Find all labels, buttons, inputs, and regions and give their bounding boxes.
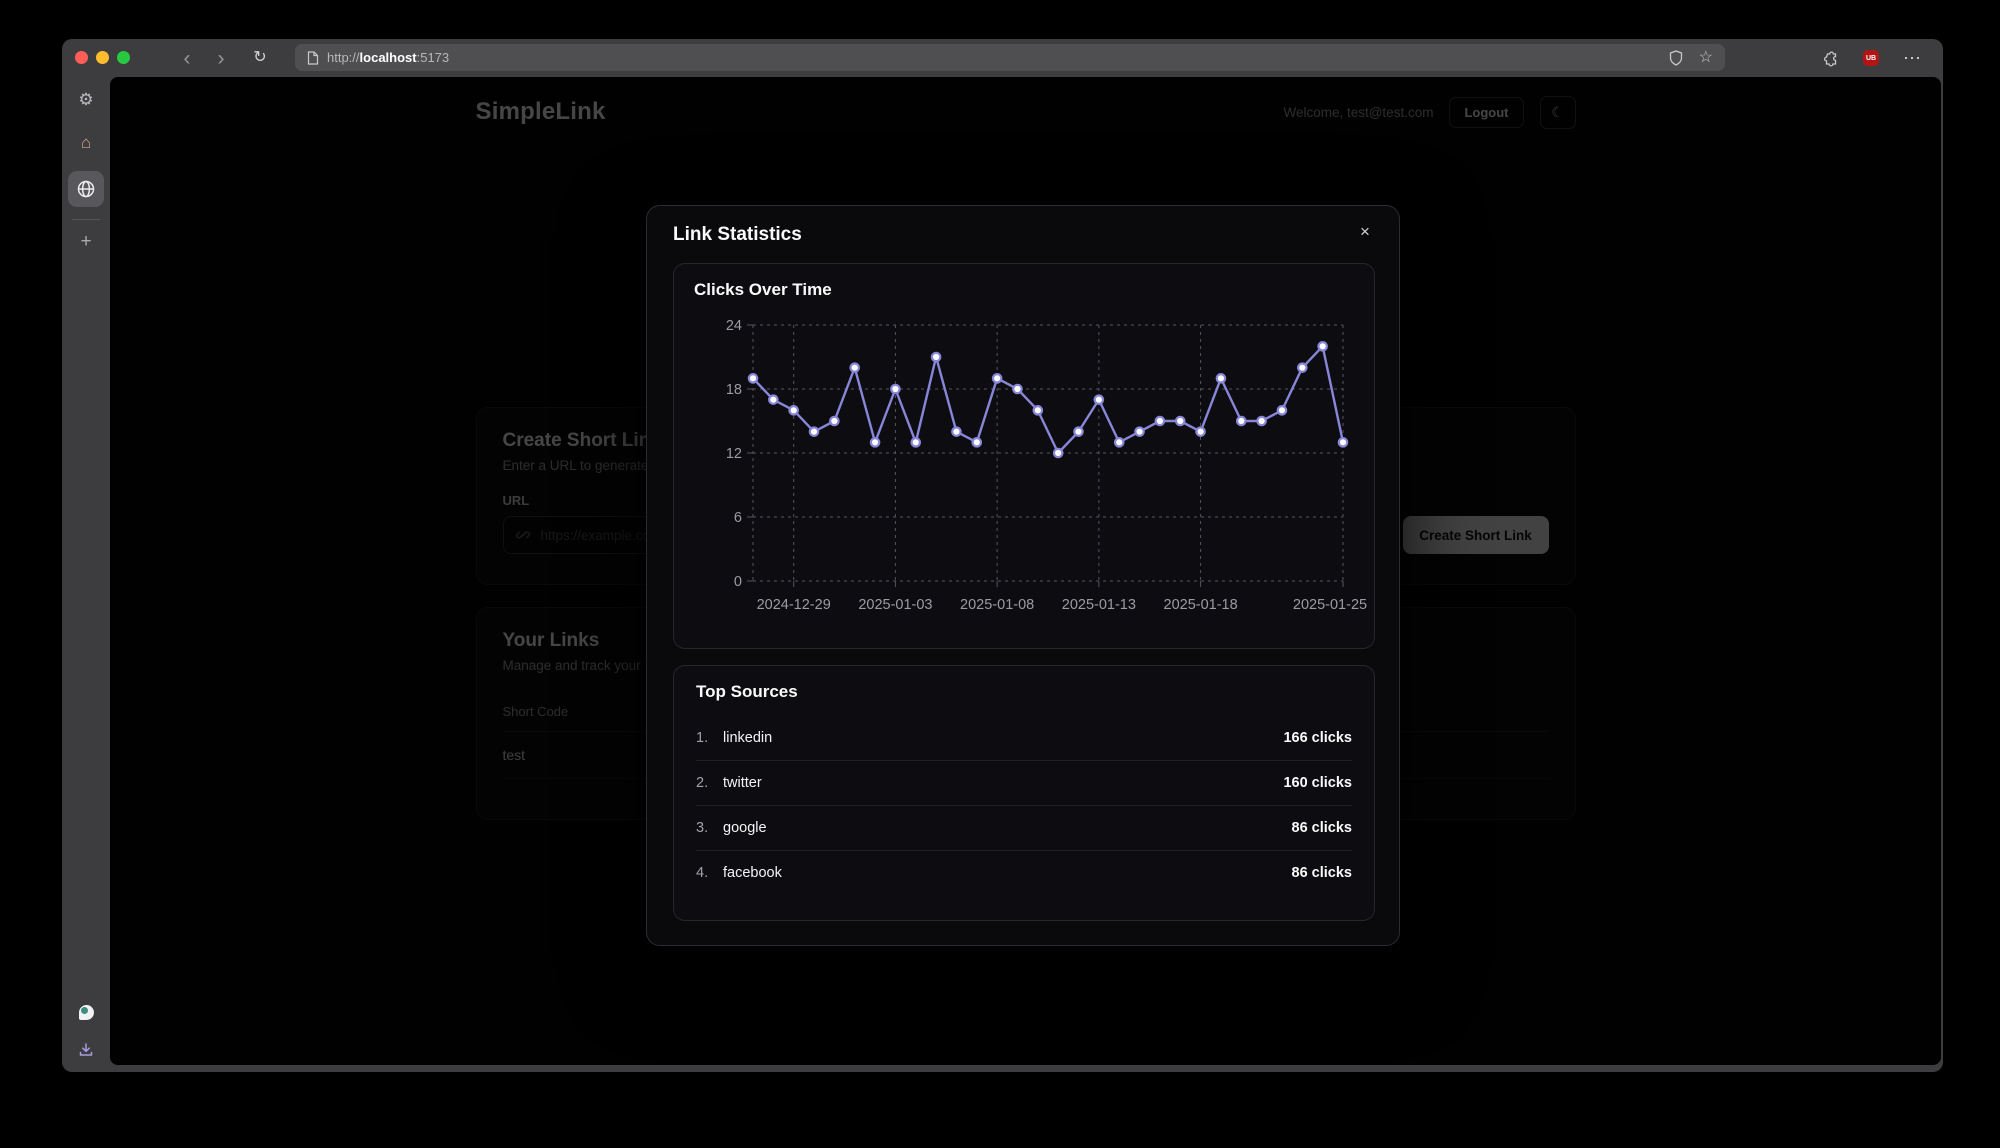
reload-button[interactable]: ↻	[247, 39, 273, 77]
x-axis-label: 2025-01-25	[1293, 597, 1367, 613]
data-point	[810, 427, 818, 435]
back-button[interactable]: ‹	[174, 39, 200, 77]
url-scheme: http://	[327, 50, 360, 65]
y-axis-label: 0	[734, 574, 742, 590]
url-port: :5173	[417, 50, 450, 65]
data-point	[1034, 406, 1042, 414]
link-statistics-modal: Link Statistics × Clicks Over Time 0 6 12 1…	[646, 205, 1400, 946]
y-axis-label: 6	[734, 510, 742, 526]
tab-sidebar: ⚙ ⌂ +	[62, 77, 110, 1072]
sidebar-divider	[72, 219, 100, 220]
data-point	[993, 374, 1001, 382]
data-point	[830, 417, 838, 425]
browser-toolbar: ‹ › ↻ http://localhost:5173 ☆	[62, 39, 1943, 77]
data-point	[1339, 438, 1347, 446]
traffic-lights	[75, 51, 130, 64]
clicks-line-series	[753, 346, 1343, 453]
home-tab-icon[interactable]: ⌂	[81, 134, 91, 151]
forward-icon: ›	[218, 48, 225, 69]
data-point	[749, 374, 757, 382]
modal-title: Link Statistics	[673, 224, 802, 246]
source-rank: 1.	[696, 730, 723, 746]
y-axis-label: 24	[726, 318, 742, 334]
x-axis-label: 2025-01-18	[1164, 597, 1238, 613]
window-minimize-button[interactable]	[96, 51, 109, 64]
top-sources-panel: Top Sources 1. linkedin 166 clicks 2. tw…	[673, 665, 1375, 921]
page-viewport: SimpleLink Welcome, test@test.com Logout…	[110, 77, 1941, 1065]
bookmark-star-icon[interactable]: ☆	[1699, 50, 1713, 66]
source-list-item: 2. twitter 160 clicks	[696, 761, 1352, 806]
y-axis-label: 18	[726, 382, 742, 398]
browser-window: ‹ › ↻ http://localhost:5173 ☆	[62, 39, 1943, 1072]
window-zoom-button[interactable]	[117, 51, 130, 64]
data-point	[789, 406, 797, 414]
data-point	[912, 438, 920, 446]
data-point	[1298, 363, 1306, 371]
data-point	[891, 385, 899, 393]
x-axis-label: 2025-01-03	[858, 597, 932, 613]
data-point	[1237, 417, 1245, 425]
data-point	[1156, 417, 1164, 425]
tracking-shield-icon[interactable]	[1669, 50, 1683, 66]
source-name: facebook	[723, 865, 782, 881]
data-point	[1074, 427, 1082, 435]
page-icon	[307, 51, 319, 65]
source-rank: 3.	[696, 820, 723, 836]
data-point	[769, 395, 777, 403]
extensions-puzzle-icon[interactable]	[1822, 50, 1839, 67]
back-icon: ‹	[184, 48, 191, 69]
data-point	[1217, 374, 1225, 382]
source-list-item: 3. google 86 clicks	[696, 806, 1352, 851]
reload-icon: ↻	[253, 50, 266, 66]
source-list-item: 1. linkedin 166 clicks	[696, 716, 1352, 761]
data-point	[932, 353, 940, 361]
x-axis-label: 2025-01-08	[960, 597, 1034, 613]
source-name: twitter	[723, 775, 762, 791]
forward-button[interactable]: ›	[208, 39, 234, 77]
data-point	[1054, 449, 1062, 457]
source-rank: 2.	[696, 775, 723, 791]
downloads-icon[interactable]	[78, 1042, 94, 1058]
active-tab-globe[interactable]	[68, 171, 104, 207]
chart-panel-title: Clicks Over Time	[694, 280, 1354, 300]
data-point	[1278, 406, 1286, 414]
x-axis-label: 2025-01-13	[1062, 597, 1136, 613]
data-point	[851, 363, 859, 371]
address-bar[interactable]: http://localhost:5173 ☆	[295, 44, 1725, 71]
source-clicks: 166 clicks	[1283, 730, 1352, 746]
data-point	[1196, 427, 1204, 435]
y-axis-label: 12	[726, 446, 742, 462]
source-name: google	[723, 820, 767, 836]
desktop-background: ‹ › ↻ http://localhost:5173 ☆	[0, 0, 2000, 1148]
source-clicks: 86 clicks	[1292, 865, 1352, 881]
data-point	[871, 438, 879, 446]
source-name: linkedin	[723, 730, 772, 746]
data-point	[1176, 417, 1184, 425]
settings-gear-icon[interactable]: ⚙	[78, 91, 93, 108]
top-sources-title: Top Sources	[696, 682, 1352, 702]
ublock-extension-icon[interactable]: UB	[1863, 50, 1879, 66]
data-point	[1135, 427, 1143, 435]
data-point	[1095, 395, 1103, 403]
data-point	[1257, 417, 1265, 425]
data-point	[952, 427, 960, 435]
source-clicks: 86 clicks	[1292, 820, 1352, 836]
clicks-over-time-chart: 0 6 12 18 24 2024-12-29 2025-01-03 2025-01-08 20…	[680, 308, 1370, 642]
data-point	[973, 438, 981, 446]
data-point	[1318, 342, 1326, 350]
clicks-over-time-panel: Clicks Over Time 0 6 12 18 24 2024-12-29 2025-…	[673, 263, 1375, 649]
new-tab-plus-icon[interactable]: +	[80, 232, 91, 251]
x-axis-label: 2024-12-29	[757, 597, 831, 613]
globe-icon	[76, 179, 96, 199]
extension-leaf-icon[interactable]	[79, 1005, 94, 1020]
url-host: localhost	[360, 50, 417, 65]
source-rank: 4.	[696, 865, 723, 881]
source-list-item: 4. facebook 86 clicks	[696, 851, 1352, 895]
window-close-button[interactable]	[75, 51, 88, 64]
menu-ellipsis-icon[interactable]: ⋯	[1903, 49, 1921, 67]
close-icon[interactable]: ×	[1351, 218, 1379, 246]
source-clicks: 160 clicks	[1283, 775, 1352, 791]
data-point	[1013, 385, 1021, 393]
data-point	[1115, 438, 1123, 446]
